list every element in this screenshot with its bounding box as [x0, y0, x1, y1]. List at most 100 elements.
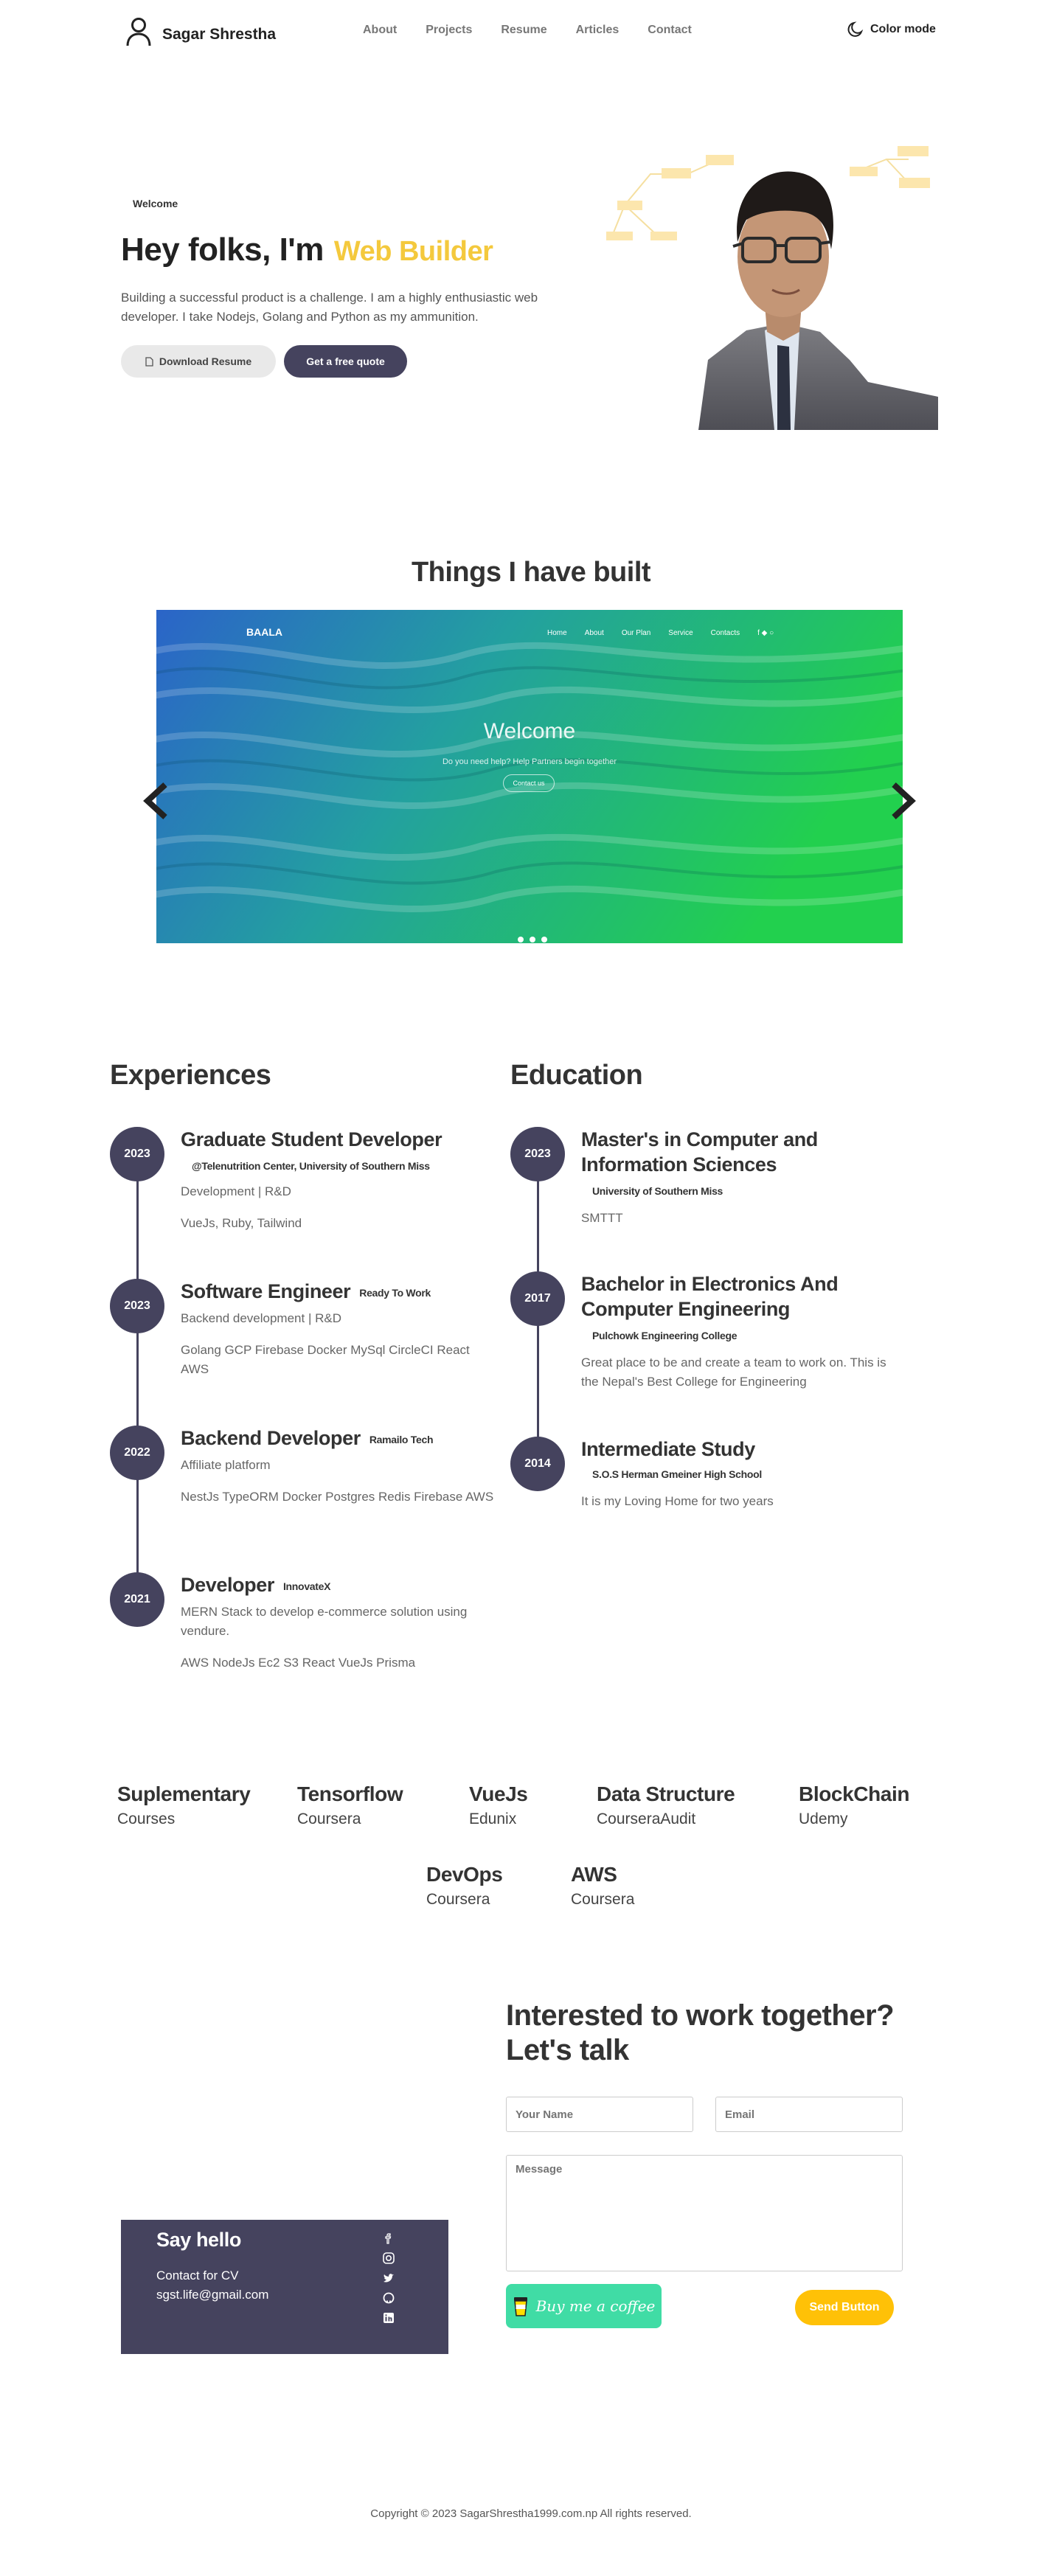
experience-role: Graduate Student Developer	[181, 1128, 442, 1150]
experience-summary: Affiliate platform	[181, 1458, 271, 1472]
course-source: Coursera	[426, 1891, 490, 1908]
experience-summary: Development | R&D	[181, 1184, 291, 1198]
nav-contact[interactable]: Contact	[648, 24, 692, 37]
download-resume-button[interactable]: Download Resume	[121, 345, 276, 378]
coffee-cup-icon	[513, 2297, 527, 2316]
linkedin-icon[interactable]	[382, 2311, 395, 2325]
buy-me-coffee-button[interactable]: Buy me a coffee	[506, 2284, 662, 2328]
carousel-prev-button[interactable]	[137, 780, 178, 822]
education-year-badge: 2014	[510, 1437, 565, 1491]
carousel-dot[interactable]	[518, 937, 524, 942]
experience-org: Ramailo Tech	[369, 1433, 434, 1445]
course-source: Courses	[117, 1811, 176, 1827]
experience-year-badge: 2023	[110, 1279, 164, 1333]
experience-year-badge: 2023	[110, 1127, 164, 1181]
course-name: Tensorflow	[297, 1782, 403, 1805]
say-hello-title: Say hello	[156, 2229, 241, 2251]
hero-description: Building a successful product is a chall…	[121, 291, 538, 324]
course-name: Data Structure	[597, 1782, 735, 1805]
twitter-icon[interactable]	[382, 2271, 395, 2285]
course-card: VueJs Edunix	[469, 1782, 528, 1828]
experience-role: Backend Developer	[181, 1427, 361, 1449]
say-hello-cv-text: Contact for CV	[156, 2268, 239, 2282]
slide-nav-item: Home	[547, 629, 567, 637]
course-card: BlockChain Udemy	[799, 1782, 909, 1828]
course-name: BlockChain	[799, 1782, 910, 1805]
slide-nav-item: Contacts	[710, 629, 740, 637]
brand[interactable]: Sagar Shrestha	[125, 16, 276, 47]
education-school: University of Southern Miss	[592, 1185, 723, 1197]
instagram-icon[interactable]	[382, 2252, 395, 2265]
education-year-badge: 2017	[510, 1271, 565, 1326]
nav-projects[interactable]: Projects	[426, 24, 472, 37]
slide-nav-item: Our Plan	[621, 629, 651, 637]
slide-nav-item: Service	[668, 629, 693, 637]
name-input[interactable]	[506, 2097, 693, 2132]
course-source: Udemy	[799, 1811, 848, 1827]
education-note: Great place to be and create a team to w…	[581, 1355, 886, 1389]
carousel-dot[interactable]	[541, 937, 547, 942]
say-hello-card: Say hello Contact for CV sgst.life@gmail…	[121, 2220, 448, 2354]
slide-social-icons: f ◆ ○	[757, 629, 774, 637]
carousel-next-button[interactable]	[881, 780, 922, 822]
experience-org: Ready To Work	[359, 1286, 431, 1299]
site-header: Sagar Shrestha About Projects Resume Art…	[0, 0, 1062, 63]
say-hello-email[interactable]: sgst.life@gmail.com	[156, 2288, 268, 2302]
course-name: AWS	[571, 1863, 617, 1886]
carousel-indicators[interactable]	[518, 937, 547, 942]
hero-title-accent: Web Builder	[333, 236, 493, 267]
experience-timeline-line	[136, 1154, 139, 1604]
hero-title: Hey folks, I'm Web Builder	[121, 232, 493, 268]
facebook-icon[interactable]	[382, 2232, 395, 2245]
social-links	[382, 2232, 395, 2325]
course-card: Suplementary Courses	[117, 1782, 251, 1828]
education-note: SMTTT	[581, 1211, 623, 1225]
slide-subtitle: Do you need help? Help Partners begin to…	[442, 757, 617, 766]
buy-me-coffee-label: Buy me a coffee	[535, 2297, 656, 2315]
course-name: DevOps	[426, 1863, 503, 1886]
profile-photo	[606, 146, 938, 430]
github-icon[interactable]	[382, 2291, 395, 2305]
nav-resume[interactable]: Resume	[501, 24, 546, 37]
experience-stack: VueJs, Ruby, Tailwind	[181, 1216, 302, 1230]
projects-title: Things I have built	[411, 557, 651, 588]
course-name: VueJs	[469, 1782, 528, 1805]
experience-item: Software Engineer Ready To Work	[181, 1279, 498, 1305]
file-icon	[145, 356, 153, 367]
brand-name: Sagar Shrestha	[162, 26, 277, 43]
experience-role: Software Engineer	[181, 1280, 351, 1302]
education-degree: Bachelor in Electronics And Computer Eng…	[581, 1273, 839, 1320]
education-year-badge: 2023	[510, 1127, 565, 1181]
nav-about[interactable]: About	[363, 24, 397, 37]
slide-nav-item: About	[584, 629, 604, 637]
welcome-badge: Welcome	[133, 198, 178, 209]
experience-stack: NestJs TypeORM Docker Postgres Redis Fir…	[181, 1490, 494, 1504]
slide-heading: Welcome	[483, 719, 576, 743]
color-mode-toggle[interactable]: Color mode	[847, 21, 936, 38]
education-school: Pulchowk Engineering College	[592, 1330, 738, 1341]
slide-logo: BAALA	[246, 626, 282, 638]
experience-org: @Telenutrition Center, University of Sou…	[192, 1160, 430, 1172]
chevron-right-icon	[892, 782, 916, 819]
course-name: Suplementary	[117, 1782, 251, 1805]
experience-item: Developer InnovateX	[181, 1572, 498, 1599]
education-school: S.O.S Herman Gmeiner High School	[592, 1468, 763, 1480]
course-card: AWS Coursera	[571, 1863, 634, 1909]
education-degree: Intermediate Study	[581, 1438, 755, 1460]
nav-articles[interactable]: Articles	[576, 24, 620, 37]
project-carousel[interactable]: BAALA Home About Our Plan Service Contac…	[156, 610, 903, 943]
education-degree: Master's in Computer and Information Sci…	[581, 1128, 818, 1176]
footer-copyright: Copyright © 2023 SagarShrestha1999.com.n…	[370, 2507, 692, 2520]
experience-summary: Backend development | R&D	[181, 1311, 341, 1325]
experience-stack: AWS NodeJs Ec2 S3 React VueJs Prisma	[181, 1656, 416, 1670]
chevron-left-icon	[143, 782, 167, 819]
email-input[interactable]	[715, 2097, 903, 2132]
carousel-dot[interactable]	[530, 937, 535, 942]
education-title: Education	[510, 1060, 643, 1091]
free-quote-button[interactable]: Get a free quote	[284, 345, 407, 378]
course-card: Tensorflow Coursera	[297, 1782, 403, 1828]
message-textarea[interactable]	[506, 2155, 903, 2271]
send-button[interactable]: Send Button	[795, 2290, 894, 2325]
slide-contact-button: Contact us	[503, 774, 555, 792]
experience-summary: MERN Stack to develop e-commerce solutio…	[181, 1605, 468, 1638]
